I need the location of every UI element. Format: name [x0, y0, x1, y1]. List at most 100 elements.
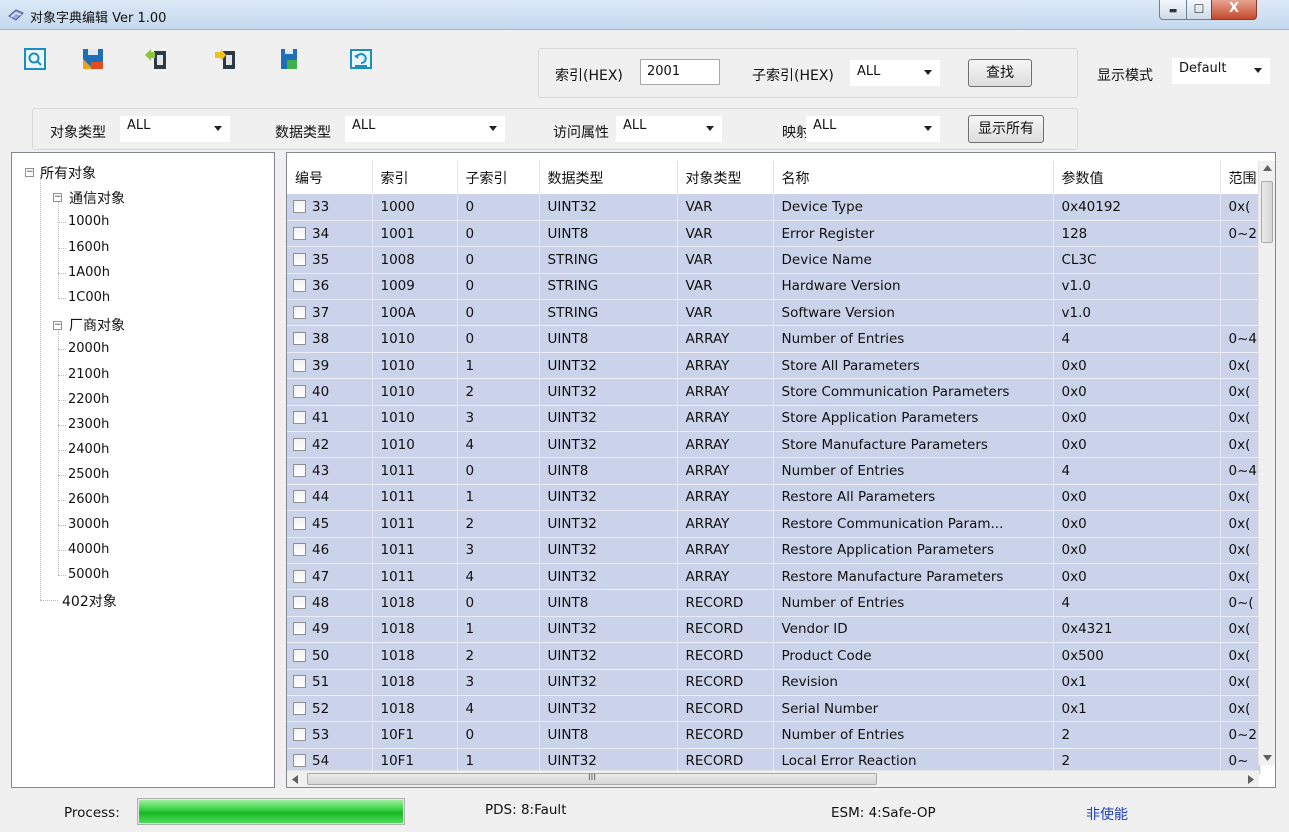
table-row[interactable]: 50 1018 2 UINT32 RECORD Product Code 0x500 0x(: [287, 642, 1261, 670]
row-checkbox[interactable]: [293, 305, 306, 319]
subindex-select[interactable]: ALL: [850, 60, 940, 86]
tree-item-all-objects[interactable]: 所有对象: [40, 163, 96, 183]
find-button[interactable]: 查找: [968, 59, 1032, 87]
row-checkbox[interactable]: [293, 490, 306, 504]
vertical-scrollbar[interactable]: [1258, 161, 1275, 765]
table-row[interactable]: 53 10F1 0 UINT8 RECORD Number of Entries 2 0~2: [287, 721, 1261, 749]
table-row[interactable]: 35 1008 0 STRING VAR Device Name CL3C: [287, 246, 1261, 274]
tree-item-2600h[interactable]: 2600h: [68, 492, 109, 507]
object-tree[interactable]: − 所有对象 − 通信对象 1000h 1600h 1A00h 1C00h − …: [11, 152, 275, 788]
maximize-button[interactable]: ☐: [1186, 0, 1212, 20]
show-all-button[interactable]: 显示所有: [968, 115, 1044, 143]
scroll-down-icon[interactable]: [1263, 755, 1272, 761]
table-row[interactable]: 44 1011 1 UINT32 ARRAY Restore All Parameters…: [287, 484, 1261, 512]
access-select[interactable]: ALL: [616, 116, 722, 142]
row-checkbox[interactable]: [293, 754, 306, 768]
column-header-value[interactable]: 参数值: [1053, 161, 1221, 194]
data-type-select[interactable]: ALL: [345, 116, 505, 142]
tree-item-1000h[interactable]: 1000h: [68, 214, 109, 229]
scroll-left-icon[interactable]: [292, 775, 298, 784]
row-checkbox[interactable]: [293, 648, 306, 662]
row-checkbox[interactable]: [293, 226, 306, 240]
table-row[interactable]: 51 1018 3 UINT32 RECORD Revision 0x1 0x(: [287, 669, 1261, 696]
row-checkbox[interactable]: [293, 675, 306, 689]
tree-item-3000h[interactable]: 3000h: [68, 517, 109, 532]
collapse-toggle[interactable]: −: [25, 168, 34, 177]
row-checkbox[interactable]: [293, 464, 306, 478]
column-header-name[interactable]: 名称: [773, 161, 1054, 194]
row-checkbox[interactable]: [293, 279, 306, 293]
row-checkbox[interactable]: [293, 728, 306, 741]
tree-item-4000h[interactable]: 4000h: [68, 542, 109, 557]
table-row[interactable]: 46 1011 3 UINT32 ARRAY Restore Application Pa…: [287, 537, 1261, 564]
column-header-object-type[interactable]: 对象类型: [677, 161, 774, 194]
tree-item-1c00h[interactable]: 1C00h: [68, 290, 110, 305]
column-header-number[interactable]: 编号: [287, 161, 373, 194]
table-row[interactable]: 36 1009 0 STRING VAR Hardware Version v1.0: [287, 273, 1261, 301]
table-row[interactable]: 47 1011 4 UINT32 ARRAY Restore Manufacture Pa…: [287, 563, 1261, 591]
index-input[interactable]: 2001: [640, 59, 720, 85]
scroll-up-icon[interactable]: [1263, 165, 1272, 171]
tree-item-2500h[interactable]: 2500h: [68, 467, 109, 482]
row-checkbox[interactable]: [293, 701, 306, 715]
table-row[interactable]: 48 1018 0 UINT8 RECORD Number of Entries 4 0~(: [287, 589, 1261, 617]
table-row[interactable]: 42 1010 4 UINT32 ARRAY Store Manufacture Para…: [287, 431, 1261, 459]
collapse-toggle[interactable]: −: [53, 321, 62, 330]
tree-item-2100h[interactable]: 2100h: [68, 367, 109, 382]
row-checkbox[interactable]: [293, 622, 306, 636]
horizontal-scroll-thumb[interactable]: III: [307, 773, 877, 785]
table-row[interactable]: 33 1000 0 UINT32 VAR Device Type 0x40192 0x(: [287, 194, 1261, 221]
export-icon[interactable]: [212, 46, 238, 72]
minimize-button[interactable]: ▬: [1159, 0, 1187, 20]
horizontal-scrollbar[interactable]: III: [287, 770, 1259, 787]
scroll-right-icon[interactable]: [1248, 775, 1254, 784]
display-mode-select[interactable]: Default: [1172, 58, 1270, 84]
row-checkbox[interactable]: [293, 516, 306, 530]
column-header-range[interactable]: 范围: [1220, 161, 1261, 194]
row-checkbox[interactable]: [293, 332, 306, 346]
vertical-scroll-thumb[interactable]: [1261, 181, 1273, 243]
row-checkbox[interactable]: [293, 437, 306, 451]
column-header-subindex[interactable]: 子索引: [457, 161, 540, 194]
tree-item-402-objects[interactable]: 402对象: [62, 591, 117, 611]
save-icon[interactable]: [80, 46, 106, 72]
row-checkbox[interactable]: [293, 543, 306, 557]
import-icon[interactable]: [143, 46, 169, 72]
row-checkbox[interactable]: [293, 199, 306, 213]
tree-item-vendor-objects[interactable]: 厂商对象: [69, 315, 125, 335]
column-header-index[interactable]: 索引: [372, 161, 458, 194]
table-row[interactable]: 41 1010 3 UINT32 ARRAY Store Application Para…: [287, 405, 1261, 433]
close-button[interactable]: X: [1211, 0, 1257, 20]
save-file-icon[interactable]: [276, 46, 302, 72]
tree-item-comm-objects[interactable]: 通信对象: [69, 188, 125, 208]
tree-item-2400h[interactable]: 2400h: [68, 442, 109, 457]
row-checkbox[interactable]: [293, 596, 306, 610]
tree-item-1600h[interactable]: 1600h: [68, 240, 109, 255]
table-row[interactable]: 52 1018 4 UINT32 RECORD Serial Number 0x1 0x(: [287, 695, 1261, 723]
table-row[interactable]: 39 1010 1 UINT32 ARRAY Store All Parameters 0x…: [287, 352, 1261, 380]
refresh-icon[interactable]: [348, 46, 374, 72]
tree-item-2300h[interactable]: 2300h: [68, 417, 109, 432]
table-row[interactable]: 34 1001 0 UINT8 VAR Error Register 128 0~2: [287, 220, 1261, 248]
table-row[interactable]: 40 1010 2 UINT32 ARRAY Store Communication Pa…: [287, 378, 1261, 406]
table-row[interactable]: 49 1018 1 UINT32 RECORD Vendor ID 0x4321 0x(: [287, 616, 1261, 644]
row-checkbox[interactable]: [293, 358, 306, 372]
search-icon[interactable]: [22, 46, 48, 72]
row-checkbox[interactable]: [293, 252, 306, 266]
object-type-select[interactable]: ALL: [120, 116, 230, 142]
collapse-toggle[interactable]: −: [53, 193, 62, 202]
tree-item-5000h[interactable]: 5000h: [68, 567, 109, 582]
row-checkbox[interactable]: [293, 569, 306, 583]
column-header-data-type[interactable]: 数据类型: [539, 161, 678, 194]
tree-item-1a00h[interactable]: 1A00h: [68, 265, 110, 280]
mapping-select[interactable]: ALL: [806, 116, 940, 142]
table-row[interactable]: 37 100A 0 STRING VAR Software Version v1.0: [287, 299, 1261, 327]
object-table[interactable]: 编号 索引 子索引 数据类型 对象类型 名称 参数值 范围 33 1000 0 UIN…: [286, 152, 1276, 788]
table-row[interactable]: 43 1011 0 UINT8 ARRAY Number of Entries 4 0~4: [287, 457, 1261, 485]
row-checkbox[interactable]: [293, 411, 306, 425]
tree-item-2200h[interactable]: 2200h: [68, 392, 109, 407]
tree-item-2000h[interactable]: 2000h: [68, 341, 109, 356]
row-checkbox[interactable]: [293, 384, 306, 398]
table-row[interactable]: 38 1010 0 UINT8 ARRAY Number of Entries 4 0~4: [287, 325, 1261, 353]
table-row[interactable]: 45 1011 2 UINT32 ARRAY Restore Communication …: [287, 510, 1261, 538]
